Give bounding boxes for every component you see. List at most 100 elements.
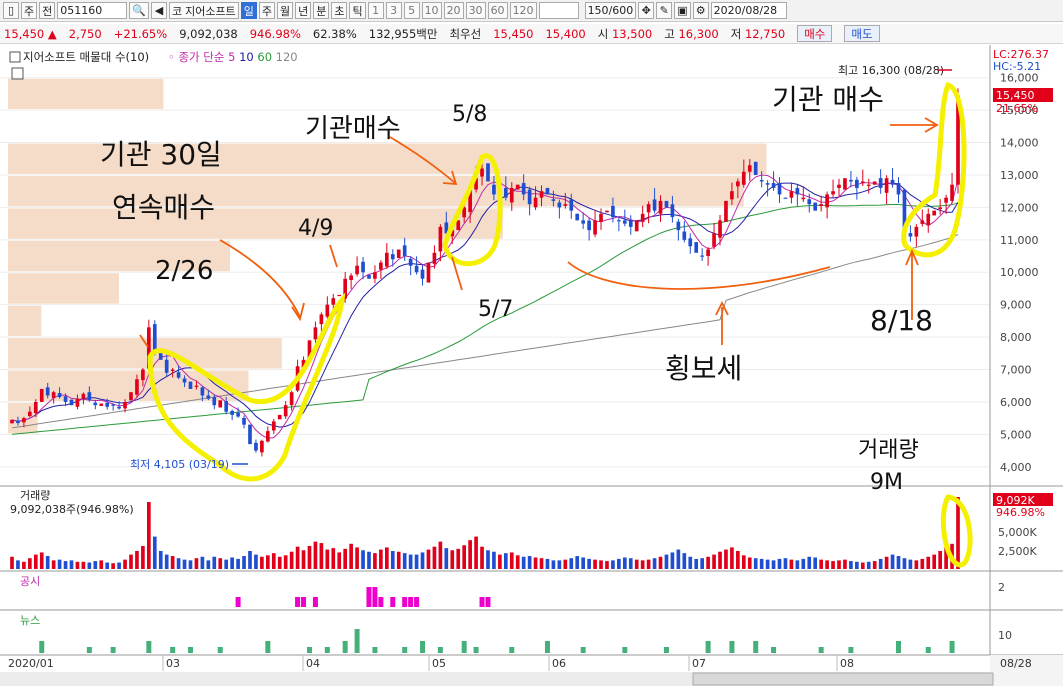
- interval-custom-input[interactable]: [538, 2, 579, 19]
- price-tick-7000: 7,000: [1000, 364, 1032, 377]
- stock-name-field[interactable]: 코 지어소프트: [168, 2, 239, 19]
- count-field[interactable]: 150/600: [584, 2, 637, 19]
- interval-5[interactable]: 5: [403, 2, 420, 19]
- volume-bar-150: [902, 558, 907, 569]
- best-label: 최우선: [449, 26, 482, 41]
- chart-type-icon[interactable]: ▯: [3, 2, 19, 19]
- candle-body-88: [533, 197, 538, 208]
- chart-legend-title: 지어소프트 매물대 수(10): [23, 50, 149, 64]
- volume-bar-125: [753, 558, 758, 569]
- candle-body-96: [581, 220, 586, 224]
- tab-year[interactable]: 년: [295, 2, 312, 19]
- candle-body-12: [81, 393, 86, 399]
- low-price: 저 12,750: [730, 26, 786, 41]
- volume-bar-127: [765, 559, 770, 569]
- volume-bar-48: [295, 546, 300, 569]
- candle-body-21: [135, 379, 139, 395]
- candle-body-61: [373, 272, 377, 279]
- volume-bar-14: [93, 561, 98, 569]
- candle-body-106: [640, 213, 645, 222]
- interval-120[interactable]: 120: [509, 2, 537, 19]
- date-input[interactable]: 2020/08/28: [710, 2, 787, 19]
- volume-pct: 946.98%: [249, 26, 301, 41]
- volume-bar-89: [539, 558, 544, 569]
- stock-chart[interactable]: 4,000 5,000 6,000 7,000 8,000 9,000 10,000 11,0…: [0, 45, 1063, 686]
- disclosure-bar-11: [479, 597, 485, 607]
- candle-body-136: [819, 204, 823, 207]
- volume-bar-155: [932, 554, 937, 569]
- candle-body-8: [57, 393, 62, 398]
- interval-1[interactable]: 1: [367, 2, 384, 19]
- gear-icon[interactable]: ⚙: [692, 2, 709, 19]
- volume-bar-98: [593, 559, 597, 569]
- trade-amount: 132,955백만: [368, 26, 438, 41]
- interval-30[interactable]: 30: [465, 2, 486, 19]
- tab-tick[interactable]: 틱: [349, 2, 366, 19]
- volume-bar-8: [57, 559, 62, 569]
- period-type-select[interactable]: 주: [21, 2, 38, 19]
- crosshair-icon[interactable]: ✥: [638, 2, 655, 19]
- stock-prefix: 코: [171, 4, 183, 18]
- interval-20[interactable]: 20: [443, 2, 464, 19]
- stock-code-input[interactable]: 051160: [57, 2, 128, 19]
- candle-body-47: [289, 392, 294, 406]
- candle-body-92: [557, 202, 562, 208]
- buy-button[interactable]: 매수: [797, 25, 833, 42]
- volume-bar-0: [10, 556, 14, 569]
- candle-body-134: [807, 199, 812, 205]
- interval-60[interactable]: 60: [487, 2, 508, 19]
- price-tick-14000: 14,000: [1000, 137, 1039, 150]
- candle-body-27: [170, 369, 175, 371]
- ratio: 62.38%: [312, 26, 357, 41]
- candle-body-116: [700, 255, 704, 257]
- draw-icon[interactable]: ✎: [656, 2, 673, 19]
- best-bid: 15,400: [545, 26, 586, 41]
- volume-bar-51: [313, 541, 318, 569]
- tab-day[interactable]: 일: [240, 2, 257, 19]
- volume-bar-122: [736, 551, 740, 569]
- news-bar-6: [217, 647, 223, 653]
- candle-body-137: [825, 194, 829, 208]
- volume-bar-63: [384, 547, 389, 569]
- tab-month[interactable]: 월: [276, 2, 294, 19]
- candle-body-105: [634, 220, 639, 232]
- candle-body-89: [539, 191, 544, 198]
- volume-bar-111: [670, 552, 675, 569]
- volume-bar-2: [22, 561, 26, 569]
- volume-bar-156: [938, 551, 942, 569]
- candle-body-13: [87, 392, 92, 401]
- save-icon[interactable]: ▣: [674, 2, 691, 19]
- interval-3[interactable]: 3: [385, 2, 402, 19]
- candle-body-87: [527, 189, 532, 205]
- scrollbar-controls[interactable]: [692, 672, 994, 686]
- volume-bar-24: [152, 536, 157, 569]
- best-ask: 15,450: [493, 26, 534, 41]
- tab-minute[interactable]: 분: [313, 2, 330, 19]
- news-bar-25: [753, 641, 759, 653]
- volume-bar-109: [658, 556, 663, 569]
- volume-bar-86: [521, 556, 526, 569]
- disclosure-bar-9: [408, 597, 414, 607]
- candle-body-131: [789, 191, 794, 198]
- candle-body-155: [932, 210, 937, 216]
- candle-body-141: [849, 179, 853, 182]
- news-bar-1: [86, 647, 92, 653]
- interval-10[interactable]: 10: [421, 2, 442, 19]
- candle-body-66: [402, 245, 407, 257]
- market-select[interactable]: 전: [39, 2, 56, 19]
- news-bar-16: [461, 641, 467, 653]
- volume-bar-103: [622, 557, 627, 569]
- tab-week[interactable]: 주: [258, 2, 275, 19]
- date-label-1: 03: [166, 657, 180, 670]
- volume-bar-18: [117, 562, 121, 569]
- volume-bar-37: [230, 557, 234, 569]
- candle-body-138: [831, 191, 835, 195]
- search-icon[interactable]: 🔍: [129, 2, 149, 19]
- sell-button[interactable]: 매도: [844, 25, 880, 42]
- candle-body-53: [325, 304, 330, 317]
- volume-bar-47: [289, 551, 294, 569]
- tab-second[interactable]: 초: [331, 2, 348, 19]
- disclosure-bar-12: [485, 597, 491, 607]
- sound-icon[interactable]: ◀: [150, 2, 167, 19]
- volume-tick-5000k: 5,000K: [998, 526, 1037, 539]
